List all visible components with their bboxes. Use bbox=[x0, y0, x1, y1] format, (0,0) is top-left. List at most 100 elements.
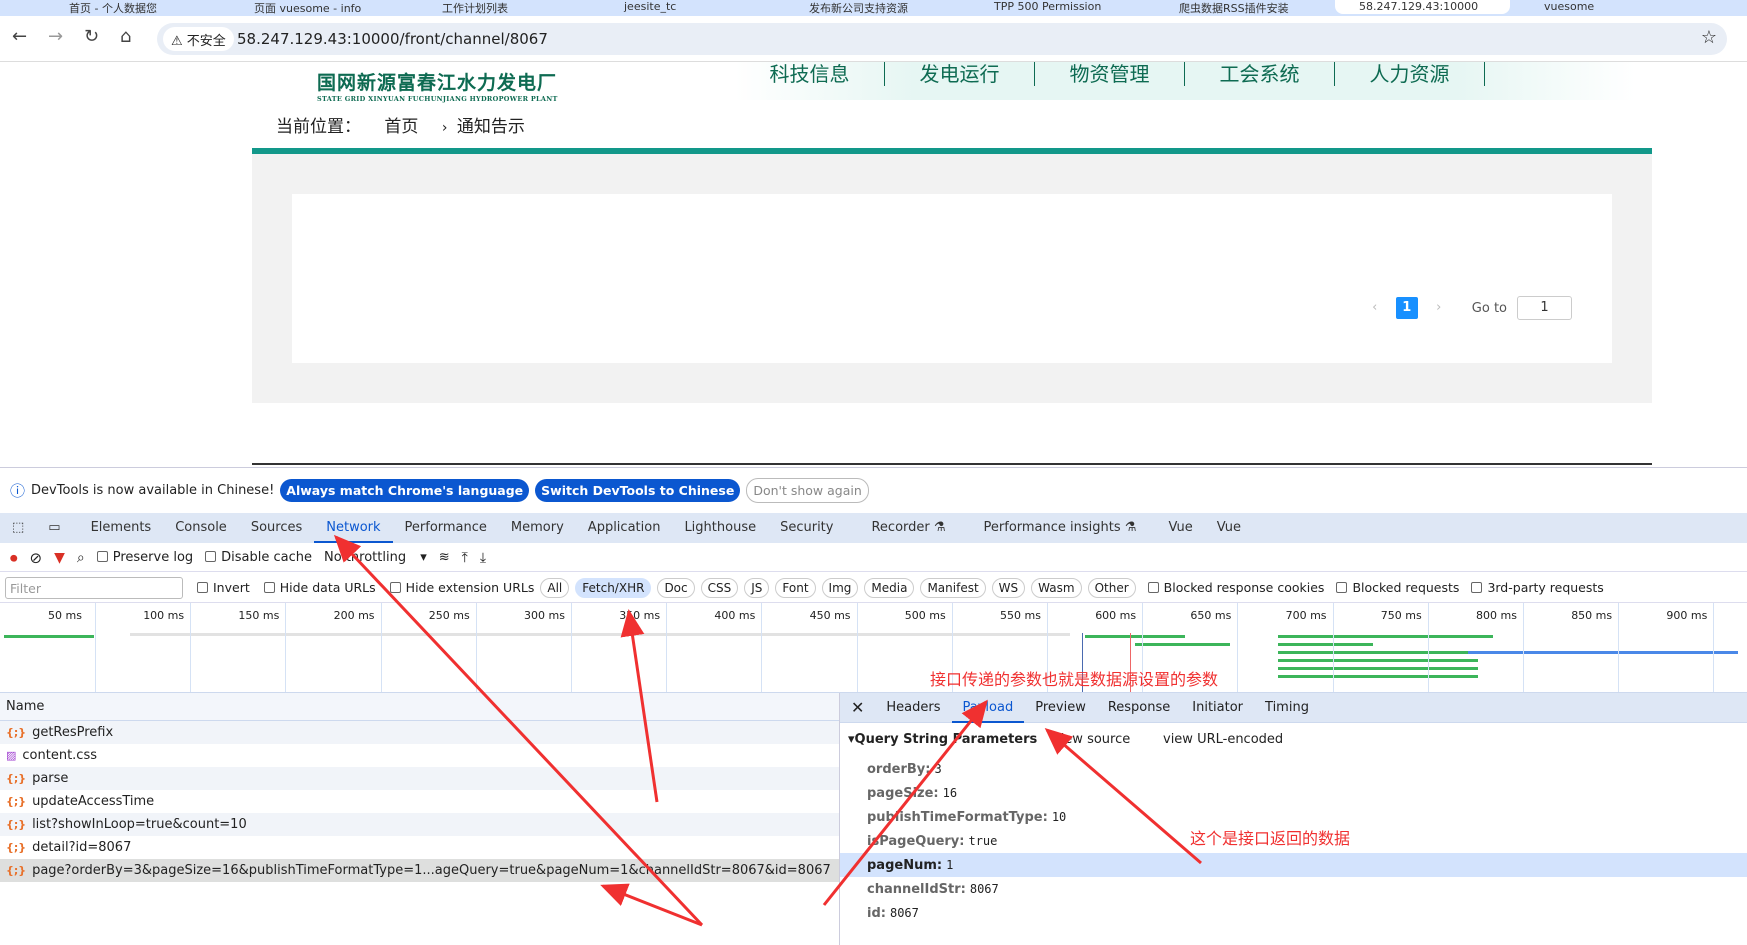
site-logo[interactable]: 国网新源富春江水力发电厂 STATE GRID XINYUAN FUCHUNJI… bbox=[317, 68, 558, 103]
close-icon[interactable]: ✕ bbox=[840, 693, 875, 723]
filter-icon[interactable]: ▼ bbox=[54, 550, 65, 566]
nav-item[interactable]: 物资管理 bbox=[1035, 62, 1185, 86]
forward-icon[interactable]: → bbox=[48, 26, 63, 47]
next-page-button[interactable]: › bbox=[1428, 297, 1450, 319]
search-icon[interactable]: ⌕ bbox=[77, 550, 85, 566]
browser-tab[interactable]: 发布新公司支持资源 bbox=[785, 0, 955, 14]
tab-console[interactable]: Console bbox=[163, 513, 239, 543]
browser-tab[interactable]: TPP 500 Permission bbox=[970, 0, 1140, 14]
request-row[interactable]: {;} detail?id=8067 bbox=[0, 836, 839, 859]
browser-tab[interactable]: 爬虫数据RSS插件安装 bbox=[1155, 0, 1325, 14]
browser-tab[interactable]: 首页 - 个人数据您 bbox=[45, 0, 215, 14]
invert-checkbox[interactable]: Invert bbox=[197, 580, 250, 595]
type-filter-font[interactable]: Font bbox=[775, 577, 816, 598]
import-har-icon[interactable]: ⤒ bbox=[462, 550, 468, 566]
tab-headers[interactable]: Headers bbox=[875, 693, 951, 723]
inspect-element-icon[interactable]: ⬚ bbox=[0, 513, 36, 543]
type-filter-all[interactable]: All bbox=[540, 577, 570, 598]
clear-icon[interactable]: ⊘ bbox=[30, 549, 43, 567]
network-overview-timeline[interactable]: 50 ms 100 ms 150 ms 200 ms 250 ms 300 ms 350 m… bbox=[0, 603, 1747, 693]
nav-item[interactable]: 科技信息 bbox=[735, 62, 885, 86]
browser-tab-active[interactable]: 58.247.129.43:10000 bbox=[1335, 0, 1510, 14]
hide-data-urls-checkbox[interactable]: Hide data URLs bbox=[263, 580, 376, 595]
tab-network[interactable]: Network bbox=[314, 513, 393, 543]
home-icon[interactable]: ⌂ bbox=[120, 26, 131, 47]
blocked-cookies-checkbox[interactable]: Blocked response cookies bbox=[1147, 580, 1324, 595]
record-icon[interactable]: ⏺ bbox=[10, 549, 18, 567]
query-string-section: ▾Query String Parameters view source vie… bbox=[840, 723, 1747, 757]
prev-page-button[interactable]: ‹ bbox=[1364, 297, 1386, 319]
type-filter-manifest[interactable]: Manifest bbox=[920, 577, 986, 598]
security-warning-chip[interactable]: ⚠ 不安全 bbox=[163, 27, 234, 51]
tab-elements[interactable]: Elements bbox=[79, 513, 164, 543]
tab-performance[interactable]: Performance bbox=[393, 513, 499, 543]
tab-vue-2[interactable]: Vue bbox=[1205, 513, 1253, 543]
view-source-link[interactable]: view source bbox=[1053, 723, 1163, 757]
section-toggle[interactable]: ▾Query String Parameters bbox=[848, 723, 1053, 757]
view-url-encoded-link[interactable]: view URL-encoded bbox=[1163, 723, 1283, 757]
throttling-select[interactable]: No throttling ▾ bbox=[324, 550, 427, 565]
blocked-requests-checkbox[interactable]: Blocked requests bbox=[1336, 580, 1459, 595]
export-har-icon[interactable]: ⤓ bbox=[480, 550, 486, 566]
nav-item[interactable]: 工会系统 bbox=[1185, 62, 1335, 86]
breadcrumb-home[interactable]: 首页 bbox=[384, 117, 418, 137]
device-toolbar-icon[interactable]: ▭ bbox=[36, 513, 78, 543]
preserve-log-checkbox[interactable]: Preserve log bbox=[96, 550, 193, 565]
match-language-button[interactable]: Always match Chrome's language bbox=[280, 478, 530, 502]
browser-tab[interactable]: 页面 vuesome - info bbox=[230, 0, 410, 14]
omnibox[interactable]: ⚠ 不安全 58.247.129.43:10000/front/channel/… bbox=[157, 23, 1727, 55]
tab-recorder[interactable]: Recorder ⚗ bbox=[859, 513, 971, 543]
switch-chinese-button[interactable]: Switch DevTools to Chinese bbox=[535, 478, 741, 502]
request-row[interactable]: {;} list?showInLoop=true&count=10 bbox=[0, 813, 839, 836]
tab-performance-insights[interactable]: Performance insights ⚗ bbox=[972, 513, 1157, 543]
type-filter-img[interactable]: Img bbox=[821, 577, 859, 598]
tab-preview[interactable]: Preview bbox=[1024, 693, 1097, 723]
stylesheet-icon: ▨ bbox=[6, 749, 17, 762]
nav-item[interactable]: 发电运行 bbox=[885, 62, 1035, 86]
tab-application[interactable]: Application bbox=[576, 513, 673, 543]
network-conditions-icon[interactable]: ≋ bbox=[439, 550, 450, 565]
tab-sources[interactable]: Sources bbox=[239, 513, 314, 543]
tab-memory[interactable]: Memory bbox=[499, 513, 576, 543]
breadcrumb: 当前位置： 首页 › 通知告示 bbox=[276, 112, 543, 137]
bookmark-star-icon[interactable]: ☆ bbox=[1701, 27, 1717, 48]
type-filter-js[interactable]: JS bbox=[744, 577, 770, 598]
tab-response[interactable]: Response bbox=[1097, 693, 1181, 723]
type-filter-other[interactable]: Other bbox=[1087, 577, 1136, 598]
tab-lighthouse[interactable]: Lighthouse bbox=[672, 513, 768, 543]
dont-show-again-button[interactable]: Don't show again bbox=[746, 477, 869, 503]
reload-icon[interactable]: ↻ bbox=[84, 26, 99, 47]
tab-security[interactable]: Security bbox=[768, 513, 859, 543]
type-filter-ws[interactable]: WS bbox=[991, 577, 1026, 598]
back-icon[interactable]: ← bbox=[12, 26, 27, 47]
goto-page-input[interactable]: 1 bbox=[1517, 296, 1572, 320]
page-1-button[interactable]: 1 bbox=[1395, 297, 1418, 319]
request-row[interactable]: {;} updateAccessTime bbox=[0, 790, 839, 813]
tab-timing[interactable]: Timing bbox=[1254, 693, 1320, 723]
tab-payload[interactable]: Payload bbox=[951, 693, 1025, 723]
request-row-selected[interactable]: {;} page?orderBy=3&pageSize=16&publishTim… bbox=[0, 859, 839, 882]
browser-tab[interactable]: vuesome bbox=[1520, 0, 1700, 14]
type-filter-doc[interactable]: Doc bbox=[657, 577, 695, 598]
filter-row: Filter Invert Hide data URLs Hide extens… bbox=[0, 573, 1747, 603]
request-row[interactable]: {;} getResPrefix bbox=[0, 721, 839, 744]
third-party-checkbox[interactable]: 3rd-party requests bbox=[1471, 580, 1604, 595]
type-filter-fetch-xhr[interactable]: Fetch/XHR bbox=[575, 577, 652, 598]
request-row[interactable]: ▨ content.css bbox=[0, 744, 839, 767]
xhr-icon: {;} bbox=[6, 864, 27, 877]
request-list: Name {;} getResPrefix ▨ content.css {;} par… bbox=[0, 693, 840, 945]
filter-input[interactable]: Filter bbox=[5, 576, 183, 599]
type-filter-css[interactable]: CSS bbox=[700, 577, 739, 598]
type-filter-wasm[interactable]: Wasm bbox=[1031, 577, 1082, 598]
nav-item[interactable]: 人力资源 bbox=[1335, 62, 1485, 86]
hide-extension-urls-checkbox[interactable]: Hide extension URLs bbox=[389, 580, 534, 595]
column-header-name[interactable]: Name bbox=[0, 693, 839, 721]
tab-initiator[interactable]: Initiator bbox=[1181, 693, 1254, 723]
request-row[interactable]: {;} parse bbox=[0, 767, 839, 790]
type-filter-media[interactable]: Media bbox=[864, 577, 915, 598]
browser-tab[interactable]: jeesite_tc bbox=[600, 0, 770, 14]
url-text[interactable]: 58.247.129.43:10000/front/channel/8067 bbox=[237, 30, 548, 48]
browser-tab[interactable]: 工作计划列表 bbox=[418, 0, 588, 14]
disable-cache-checkbox[interactable]: Disable cache bbox=[205, 550, 312, 565]
tab-vue[interactable]: Vue bbox=[1156, 513, 1204, 543]
